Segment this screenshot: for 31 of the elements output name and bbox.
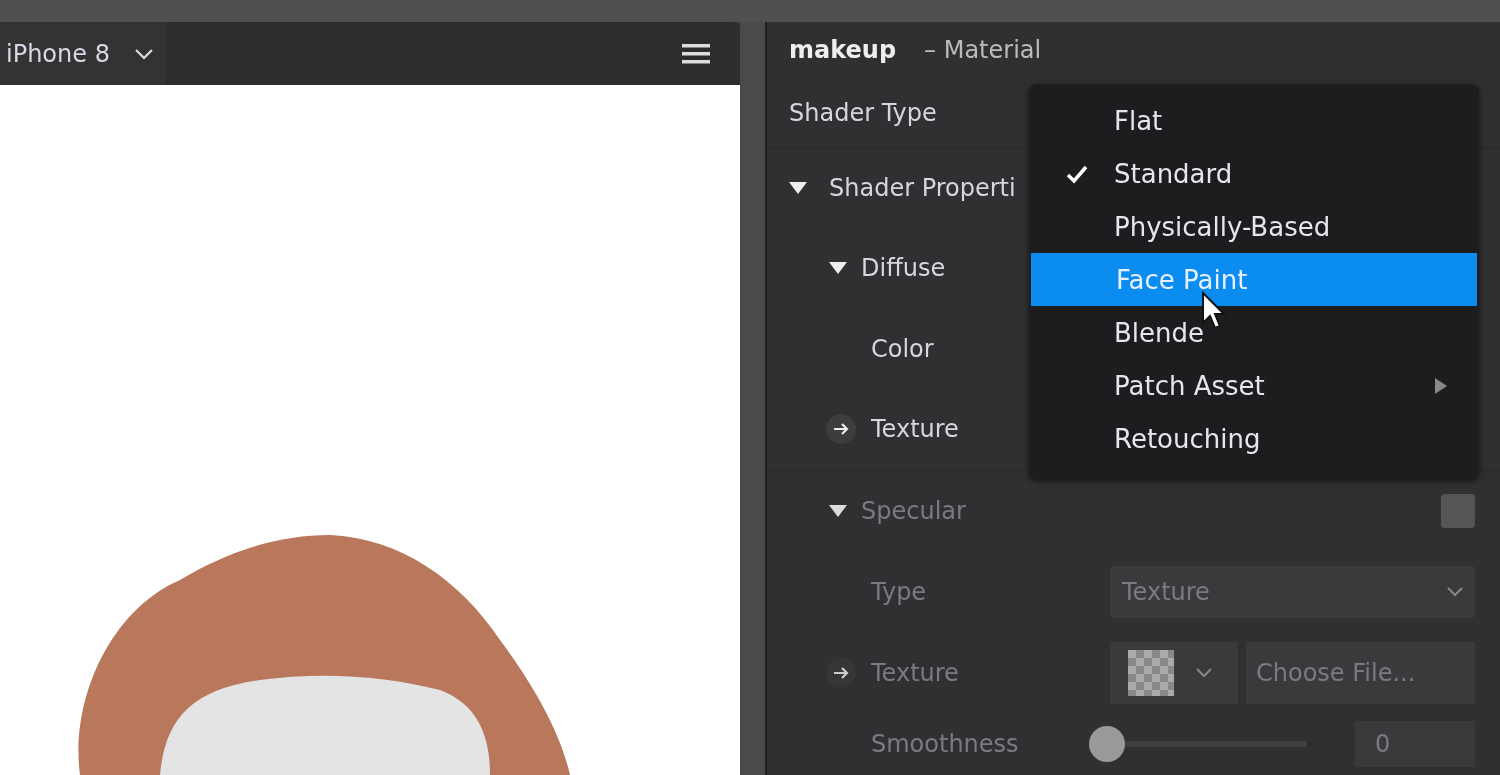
- checkmark-icon: [1065, 163, 1088, 184]
- chevron-down-icon: [1196, 667, 1212, 678]
- material-name: makeup: [789, 35, 897, 64]
- menu-item[interactable]: Patch Asset: [1029, 359, 1479, 412]
- property-label: Texture: [871, 658, 959, 687]
- chevron-down-icon: [133, 47, 154, 60]
- arrow-right-icon[interactable]: [826, 657, 856, 688]
- transparent-swatch-icon: [1128, 649, 1174, 696]
- property-label: Type: [871, 577, 927, 606]
- shader-type-label: Shader Type: [789, 98, 937, 127]
- chevron-down-icon: [1447, 586, 1463, 597]
- mouse-pointer-icon: [1201, 291, 1227, 331]
- section-title: Specular: [861, 497, 966, 526]
- device-dropdown[interactable]: iPhone 8: [0, 22, 167, 85]
- menu-item[interactable]: Flat: [1029, 94, 1479, 147]
- arrow-right-icon[interactable]: [826, 414, 856, 445]
- submenu-arrow-icon: [1435, 377, 1447, 394]
- section-title: Shader Properti: [829, 174, 1016, 203]
- expand-triangle-icon[interactable]: [829, 262, 847, 275]
- material-type-label: – Material: [924, 35, 1042, 64]
- texture-picker[interactable]: [1110, 641, 1238, 704]
- menu-item[interactable]: Retouching: [1029, 412, 1479, 465]
- menu-icon[interactable]: [682, 42, 710, 65]
- expand-triangle-icon[interactable]: [789, 182, 807, 195]
- menu-item[interactable]: Standard: [1029, 147, 1479, 200]
- property-label: Color: [871, 334, 934, 363]
- menu-item[interactable]: Physically-Based: [1029, 200, 1479, 253]
- property-label: Texture: [871, 415, 959, 444]
- section-title: Diffuse: [861, 254, 946, 283]
- property-label: Smoothness: [871, 729, 1019, 758]
- menu-item[interactable]: Blende: [1029, 306, 1479, 359]
